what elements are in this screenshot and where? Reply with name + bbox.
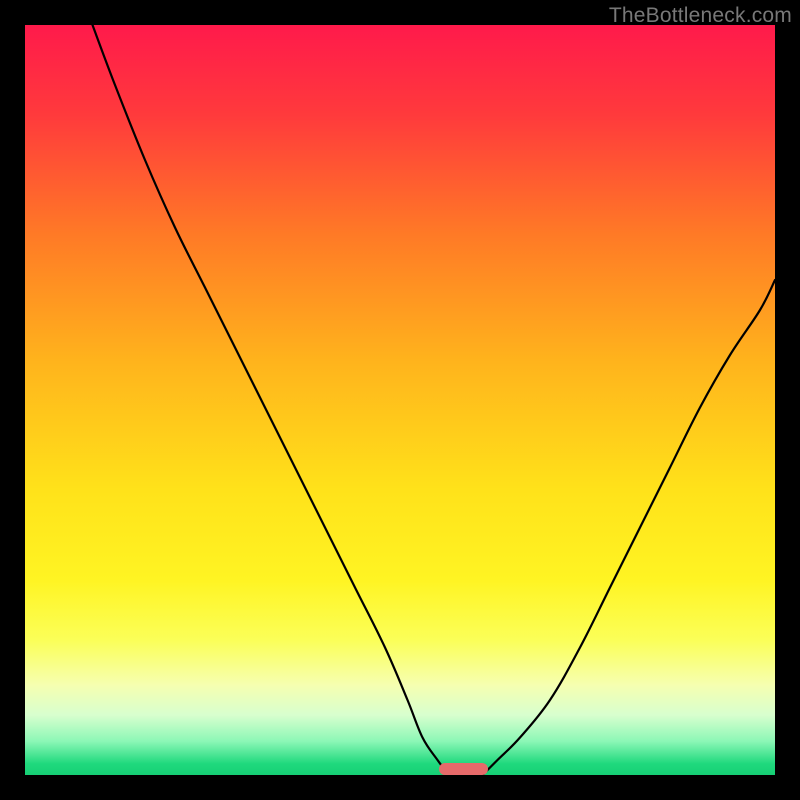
curve-right-branch bbox=[483, 280, 776, 775]
plot-area bbox=[25, 25, 775, 775]
bottleneck-curve bbox=[25, 25, 775, 775]
watermark-text: TheBottleneck.com bbox=[609, 4, 792, 28]
curve-left-branch bbox=[93, 25, 449, 775]
chart-frame: TheBottleneck.com bbox=[0, 0, 800, 800]
optimal-marker bbox=[439, 763, 488, 775]
